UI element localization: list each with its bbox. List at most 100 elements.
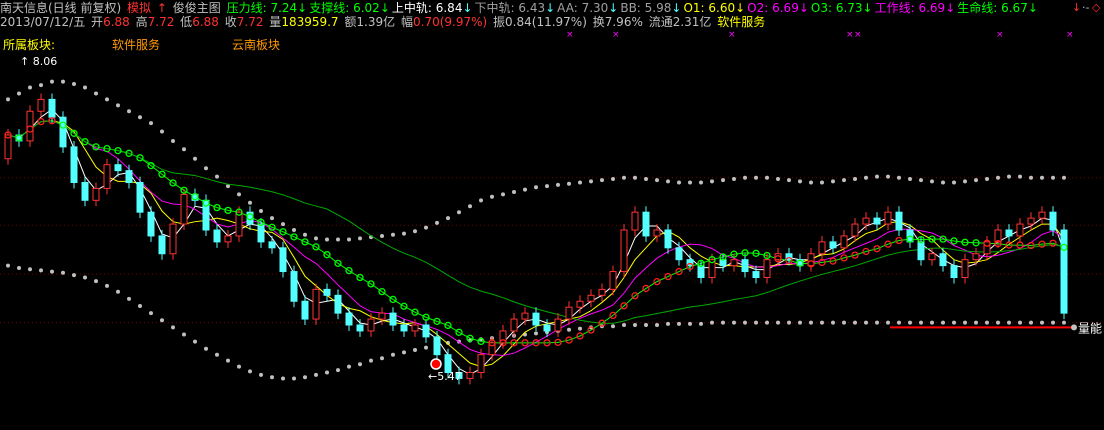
upper-band-dot (424, 225, 428, 230)
sector-software[interactable]: 软件服务 (112, 36, 160, 53)
indicator-7: O2: 6.69↓ (747, 1, 809, 15)
indicator-value: 6.69 (772, 1, 799, 15)
candle-body (334, 294, 342, 314)
upper-band-dot (1062, 175, 1066, 180)
lower-band-dot (182, 332, 186, 337)
lower-band-dot (17, 266, 21, 270)
lower-band-dot (985, 320, 989, 325)
upper-band-dot (545, 184, 549, 189)
candle-body (807, 253, 815, 267)
open-label: 开 (91, 15, 104, 29)
lower-band-dot (897, 320, 901, 325)
upper-band-dot (270, 216, 274, 221)
upper-band-dot (391, 232, 395, 237)
lower-band-dot (149, 311, 153, 316)
upper-band-dot (798, 179, 802, 184)
lower-band-dot (886, 320, 890, 325)
low-price-label: ←5.47 (428, 370, 462, 383)
volume-energy-label: 量能 (1078, 321, 1102, 335)
arrow-down-ctrl-icon[interactable]: ↓ (1072, 1, 1081, 14)
lower-band-dot (391, 352, 395, 357)
diamond-icon[interactable]: ◇ (1092, 1, 1100, 14)
indicator-0: 压力线: 7.24↓ (227, 1, 308, 15)
close-label: 收 (224, 15, 237, 29)
candle-body (433, 336, 441, 356)
upper-band-dot (237, 192, 241, 197)
main-indicator-label[interactable]: 俊俊主图 (173, 1, 221, 15)
header-row-1: 南天信息(日线 前复权) 模拟 ↑ 俊俊主图 压力线: 7.24↓ 支撑线: 6.… (0, 1, 1040, 15)
candle-body (37, 98, 45, 112)
candle-body (411, 324, 419, 332)
cross-marker: × (1066, 30, 1074, 40)
indicator-label: 工作线: (874, 1, 919, 15)
lower-band-dot (963, 320, 967, 325)
lower-band-dot (171, 325, 175, 330)
open-value: 6.88 (103, 15, 130, 29)
candle-body (1049, 211, 1057, 231)
upper-band-dot (600, 178, 604, 183)
sim-label[interactable]: 模拟 (127, 1, 151, 15)
upper-band-dot (743, 175, 747, 180)
candle-body (114, 164, 122, 172)
arrow-up-icon: ↑ (156, 1, 167, 15)
lower-band-dot (578, 326, 582, 331)
upper-band-dot (567, 181, 571, 186)
upper-band-dot (556, 182, 560, 187)
candle-body (961, 259, 969, 278)
lower-band-dot (413, 347, 417, 352)
quote-date: 2013/07/12/五 (0, 15, 86, 29)
down-arrow-icon: ↓ (945, 1, 956, 15)
candle-body (565, 306, 573, 320)
high-value: 7.72 (147, 15, 175, 29)
indicator-value: 7.24 (270, 1, 298, 15)
lower-band-dot (314, 372, 318, 377)
lower-band-dot (369, 358, 373, 363)
upper-band-dot (138, 115, 142, 120)
candle-body (268, 241, 276, 249)
candle-body (1038, 211, 1046, 219)
upper-band-dot (325, 237, 329, 242)
upper-band-dot (512, 190, 516, 194)
lower-band-dot (776, 320, 780, 325)
lower-band-dot (28, 267, 32, 272)
upper-band-dot (380, 233, 384, 238)
candle-body (653, 229, 661, 237)
float-label: 流通 (648, 15, 673, 29)
upper-band-dot (886, 174, 890, 179)
upper-band-dot (127, 109, 131, 114)
indicator-values: 压力线: 7.24↓ 支撑线: 6.02↓ 上中轨: 6.84↓ 下中轨: 6.43↓… (227, 1, 1040, 15)
upper-band-dot (809, 180, 813, 185)
upper-band-dot (83, 85, 87, 90)
indicator-label: 下中轨: (474, 1, 519, 15)
candle-body (213, 229, 221, 243)
candles (4, 93, 1068, 385)
sector-yunnan[interactable]: 云南板块 (232, 36, 280, 53)
lower-band-dot (622, 323, 626, 327)
upper-band-dot (1018, 174, 1022, 179)
lower-band-dot (875, 320, 879, 325)
upper-band-dot (435, 220, 439, 225)
indicator-4: AA: 7.30↓ (557, 1, 618, 15)
lower-band-dot (1051, 320, 1055, 325)
indicator-label: 生命线: (957, 1, 1002, 15)
lower-band-dot (633, 323, 637, 327)
lower-band-dot (743, 320, 747, 325)
lower-band-dot (666, 321, 670, 326)
candlestick-chart: × × × × × × × ↑ 8.06←5.47量能 (0, 30, 1104, 385)
upper-band-dot (50, 79, 54, 84)
down-arrow-icon: ↓ (379, 1, 390, 15)
candle-body (939, 253, 947, 267)
indicator-8: O3: 6.73↓ (811, 1, 873, 15)
upper-band-dot (930, 179, 934, 184)
lower-band-dot (237, 364, 241, 369)
header-row-2: 2013/07/12/五 开6.88 高7.72 低6.88 收7.72 量18… (0, 15, 767, 29)
cross-marker: × (566, 30, 574, 40)
upper-band-dot (1007, 174, 1011, 179)
lower-band-dot (380, 356, 384, 361)
upper-band-dot (919, 178, 923, 183)
upper-band-dot (996, 175, 1000, 180)
candle-body (928, 253, 936, 261)
sector-label: 所属板块: (3, 38, 56, 52)
candle-body (257, 223, 265, 243)
lower-band-dot (402, 350, 406, 355)
